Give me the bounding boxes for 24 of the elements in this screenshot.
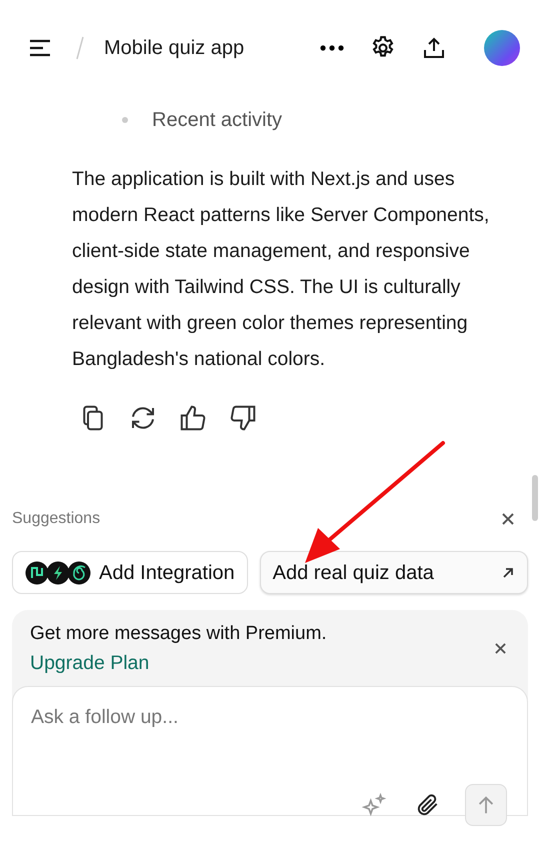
premium-message: Get more messages with Premium. [30,622,327,646]
more-icon [320,44,344,50]
response-paragraph: The application is built with Next.js and uses modern React patterns like Server Components, client-side state management, and responsive design with Tailwind CSS. The UI is culturally relevant with green color themes representing Bangladesh's national colors. [71,167,490,372]
scrollbar-thumb[interactable] [532,475,538,521]
upgrade-plan-link[interactable]: Upgrade Plan [30,648,327,678]
bullet-point [122,117,128,123]
arrow-up-right-icon [501,566,515,580]
chat-title: Mobile quiz app [104,36,244,60]
sparkle-icon [361,792,387,818]
close-icon [495,643,506,654]
menu-icon [28,38,52,58]
send-button[interactable] [465,784,507,826]
integration-logos-icon [25,560,91,584]
thumbs-up-icon [178,403,208,433]
thumbs-down-icon [228,403,258,433]
close-button[interactable] [493,641,508,656]
list-item: Recent activity [152,108,282,133]
add-integration-button[interactable]: Add Integration [12,551,248,594]
suggestions-label: Suggestions [12,509,100,529]
close-button[interactable] [500,511,516,527]
suggestion-chip[interactable]: Add real quiz data [260,551,528,594]
user-avatar[interactable] [484,30,520,66]
upload-icon [422,36,446,60]
close-icon [502,513,514,525]
